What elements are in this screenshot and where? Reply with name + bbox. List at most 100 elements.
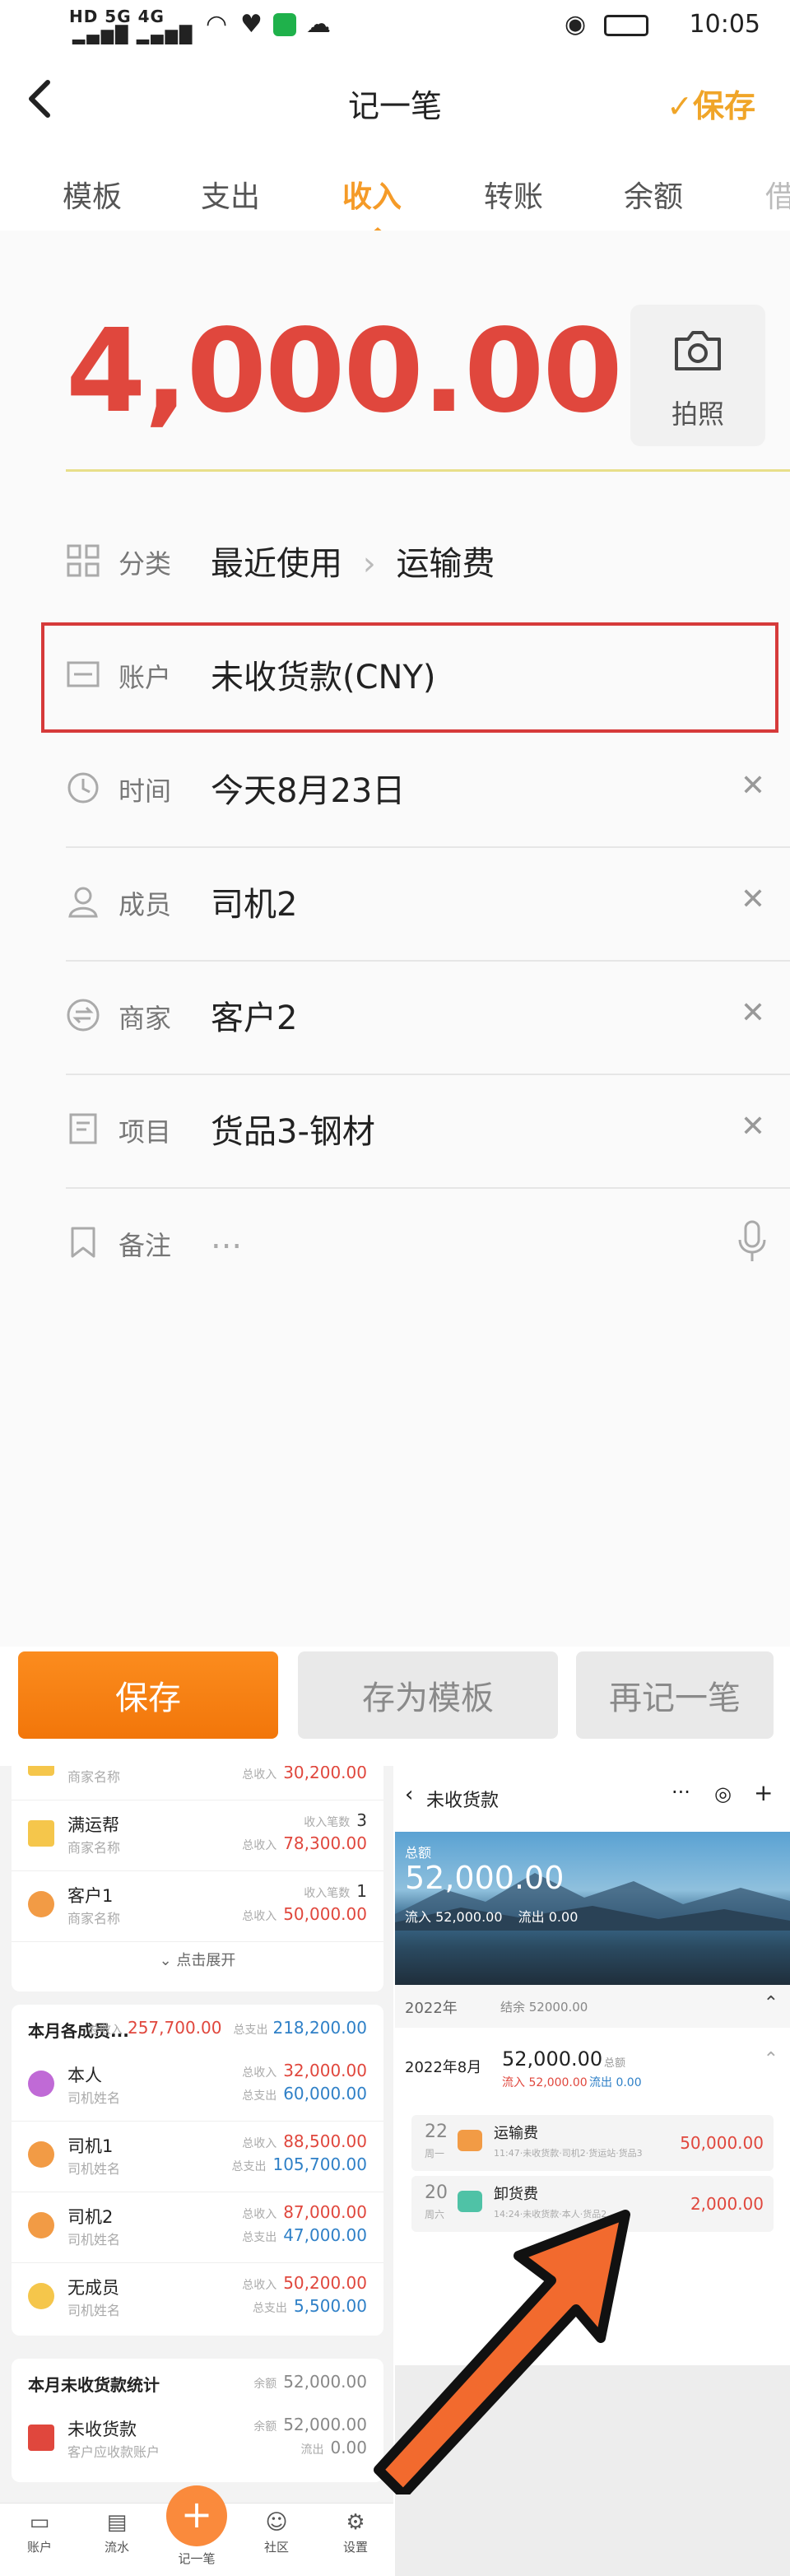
photo-button[interactable]: 拍照 bbox=[630, 305, 765, 446]
expense-value: 60,000.00 bbox=[283, 2084, 367, 2103]
tab-income[interactable]: 收入 bbox=[342, 173, 402, 216]
outflow-label: 流出 bbox=[518, 1909, 545, 1925]
time-row[interactable]: 时间 今天8月23日 ✕ bbox=[66, 734, 790, 848]
list-item[interactable]: 商家名称 总收入 30,200.00 bbox=[12, 1766, 383, 1800]
list-item[interactable]: 客户1 商家名称 收入笔数 1 总收入 50,000.00 bbox=[12, 1871, 383, 1942]
tab-settings[interactable]: ⚙ 设置 bbox=[323, 2510, 388, 2555]
list-item[interactable]: 未收货款 客户应收款账户 余额 52,000.00 流出 0.00 bbox=[12, 2405, 383, 2476]
income-value: 78,300.00 bbox=[283, 1833, 367, 1853]
month-label: 2022年8月 bbox=[405, 2059, 482, 2076]
project-row[interactable]: 项目 货品3-钢材 ✕ bbox=[66, 1075, 790, 1189]
tab-accounts[interactable]: ▭ 账户 bbox=[7, 2510, 72, 2555]
clear-merchant-icon[interactable]: ✕ bbox=[741, 996, 765, 1030]
receivable-sub: 客户应收款账户 bbox=[67, 2444, 160, 2460]
save-button[interactable]: 保存 bbox=[18, 1651, 278, 1739]
tab-community[interactable]: ☺ 社区 bbox=[244, 2510, 309, 2555]
wechat-icon bbox=[273, 13, 296, 36]
tab-flow-label: 流水 bbox=[104, 2540, 129, 2555]
wallet-icon: ▭ bbox=[29, 2510, 50, 2535]
receivable-key: 余额 bbox=[253, 2378, 277, 2391]
merchant-name: 客户1 bbox=[67, 1886, 114, 1906]
month-out: 流出 0.00 bbox=[589, 2076, 642, 2089]
nav-bar: 记一笔 ✓保存 bbox=[0, 56, 790, 155]
signal-indicators: HD 5G 4G bbox=[69, 7, 165, 26]
record-again-button[interactable]: 再记一笔 bbox=[576, 1651, 774, 1739]
heart-icon: ♥ bbox=[240, 10, 263, 39]
battery-icon bbox=[604, 15, 648, 36]
tab-flow[interactable]: ▤ 流水 bbox=[84, 2510, 150, 2555]
expand-button[interactable]: ⌄ 点击展开 bbox=[12, 1949, 383, 1970]
tab-settings-label: 设置 bbox=[342, 2540, 368, 2555]
list-icon: ▤ bbox=[106, 2510, 128, 2535]
year-balance: 结余 52000.00 bbox=[500, 2000, 588, 2015]
grid-icon bbox=[67, 544, 100, 577]
tab-borrow[interactable]: 借 bbox=[765, 173, 790, 216]
more-icon[interactable]: ··· bbox=[672, 1781, 690, 1804]
tab-template[interactable]: 模板 bbox=[63, 173, 122, 216]
expense-key: 总支出 bbox=[252, 2302, 287, 2315]
collapse-icon[interactable]: ⌃ bbox=[764, 1993, 778, 2014]
year-row[interactable]: 2022年 结余 52000.00 ⌃ bbox=[395, 1985, 790, 2028]
count-key: 收入笔数 bbox=[304, 1887, 351, 1900]
list-item[interactable]: 满运帮 商家名称 收入笔数 3 总收入 78,300.00 bbox=[12, 1800, 383, 1871]
collapse-month-icon[interactable]: ⌃ bbox=[764, 2049, 778, 2070]
note-row[interactable]: 备注 ... bbox=[66, 1189, 790, 1302]
clear-time-icon[interactable]: ✕ bbox=[741, 769, 765, 803]
merchant-row[interactable]: 商家 客户2 ✕ bbox=[66, 962, 790, 1075]
member-row[interactable]: 成员 司机2 ✕ bbox=[66, 848, 790, 962]
tab-community-label: 社区 bbox=[263, 2540, 289, 2555]
receivable-title: 本月未收货款统计 bbox=[28, 2375, 160, 2395]
entry-day: 22 bbox=[425, 2122, 448, 2142]
income-value: 32,000.00 bbox=[283, 2061, 367, 2080]
tab-record[interactable]: 记一笔 bbox=[164, 2550, 230, 2567]
add-icon[interactable]: + bbox=[754, 1779, 773, 1806]
receivable-name: 未收货款 bbox=[67, 2420, 137, 2439]
list-item[interactable]: 本人 司机姓名 总收入 32,000.00 总支出 60,000.00 bbox=[12, 2051, 383, 2122]
back-icon[interactable]: ‹ bbox=[405, 1782, 413, 1807]
member-name: 司机1 bbox=[67, 2136, 114, 2156]
balance-banner: 总额 52,000.00 流入 52,000.00 流出 0.00 bbox=[395, 1832, 790, 1985]
tab-accounts-label: 账户 bbox=[26, 2540, 52, 2555]
tab-expense[interactable]: 支出 bbox=[201, 173, 260, 216]
record-type-tabs: 模板 支出 收入 转账 余额 借 bbox=[0, 155, 790, 234]
list-item[interactable]: 司机1 司机姓名 总收入 88,500.00 总支出 105,700.00 bbox=[12, 2122, 383, 2192]
chevron-right-icon: › bbox=[362, 545, 376, 583]
income-key: 总收入 bbox=[242, 2066, 277, 2080]
gear-icon: ⚙ bbox=[346, 2510, 365, 2535]
member-avatar bbox=[28, 2212, 54, 2238]
banner-amount: 52,000.00 bbox=[405, 1860, 565, 1896]
tab-transfer[interactable]: 转账 bbox=[484, 173, 543, 216]
note-input[interactable]: ... bbox=[211, 1218, 242, 1256]
member-sub: 司机姓名 bbox=[67, 2303, 121, 2318]
person-avatar bbox=[28, 1891, 54, 1917]
clear-project-icon[interactable]: ✕ bbox=[741, 1110, 765, 1144]
list-item[interactable]: 无成员 司机姓名 总收入 50,200.00 总支出 5,500.00 bbox=[12, 2263, 383, 2334]
save-template-button[interactable]: 存为模板 bbox=[298, 1651, 558, 1739]
income-key: 总收入 bbox=[242, 2279, 277, 2292]
category-name: 运输费 bbox=[396, 545, 495, 583]
amount-display[interactable]: 4,000.00 bbox=[66, 305, 623, 439]
eye-icon: ◉ bbox=[565, 10, 587, 39]
save-top-button[interactable]: ✓保存 bbox=[667, 81, 755, 126]
detail-header: ‹ 未收货款 ··· ◎ + bbox=[395, 1766, 790, 1832]
status-bar: HD 5G 4G ▂▄▆█ ▂▄▆█ ◠ ♥ ☁ ◉ 10:05 bbox=[0, 0, 790, 56]
time-label: 时间 bbox=[118, 776, 172, 807]
clear-member-icon[interactable]: ✕ bbox=[741, 883, 765, 916]
member-name: 本人 bbox=[67, 2066, 102, 2085]
merchant-value: 客户2 bbox=[211, 999, 298, 1037]
category-row[interactable]: 分类 最近使用 › 运输费 bbox=[66, 507, 790, 621]
list-item[interactable]: 司机2 司机姓名 总收入 87,000.00 总支出 47,000.00 bbox=[12, 2192, 383, 2263]
wifi-icon: ◠ bbox=[206, 10, 228, 39]
category-group: 最近使用 bbox=[211, 545, 342, 583]
tab-balance[interactable]: 余额 bbox=[624, 173, 683, 216]
member-sub: 司机姓名 bbox=[67, 2090, 121, 2106]
bottom-tab-bar: ▭ 账户 ▤ 流水 + 记一笔 ☺ 社区 ⚙ 设置 bbox=[0, 2485, 393, 2576]
microphone-icon[interactable] bbox=[736, 1218, 769, 1265]
income-key: 总收入 bbox=[242, 2137, 277, 2150]
count-value: 3 bbox=[356, 1810, 367, 1830]
add-record-fab[interactable]: + bbox=[166, 2485, 227, 2546]
outflow-value: 0.00 bbox=[548, 1909, 579, 1925]
count-value: 1 bbox=[356, 1881, 367, 1901]
target-icon[interactable]: ◎ bbox=[714, 1782, 732, 1805]
note-label: 备注 bbox=[118, 1230, 172, 1261]
